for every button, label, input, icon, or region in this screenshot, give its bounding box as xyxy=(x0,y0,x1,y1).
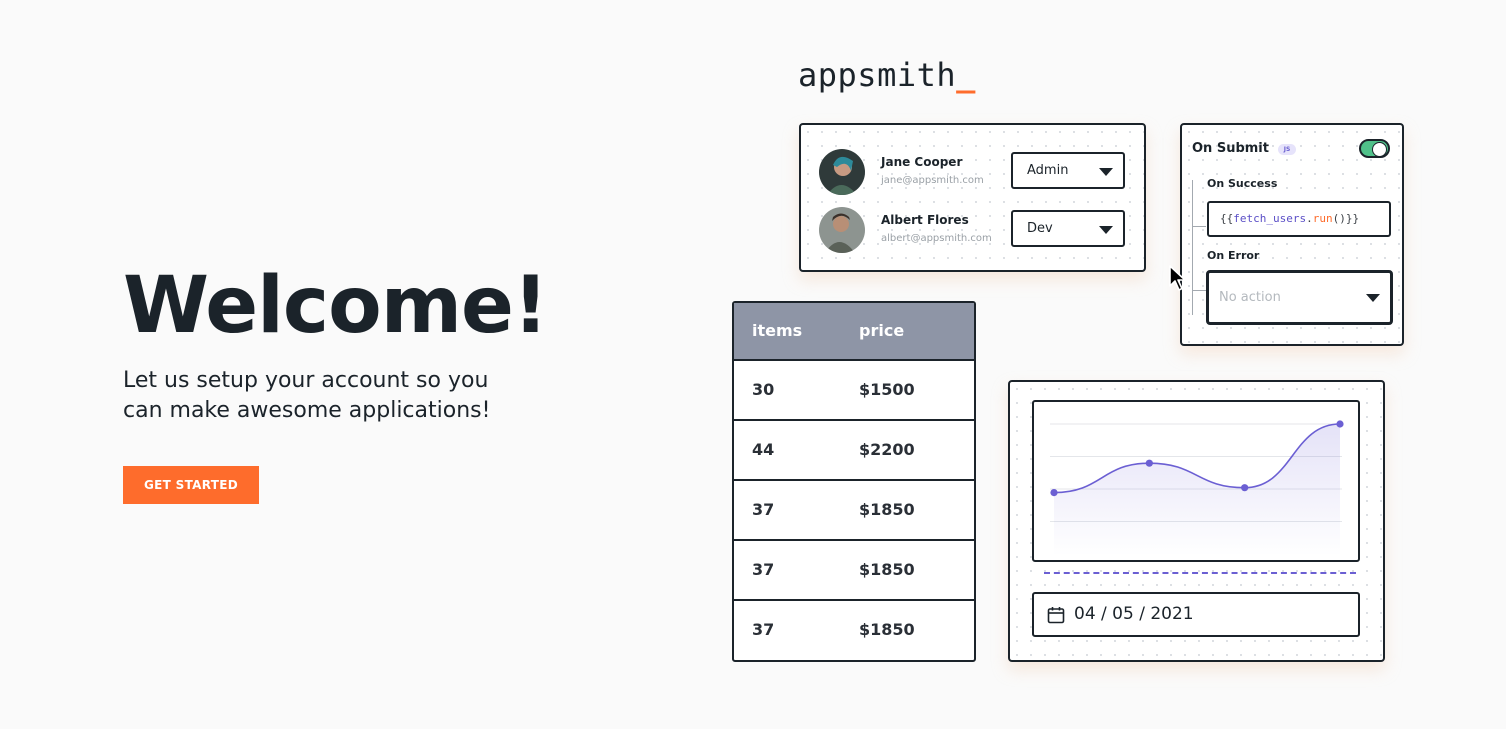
role-value: Admin xyxy=(1027,163,1069,178)
user-row: Jane Cooper jane@appsmith.com Admin xyxy=(819,149,1129,195)
column-header-price[interactable]: price xyxy=(859,321,904,340)
avatar-albert xyxy=(819,207,865,253)
tree-branch xyxy=(1192,226,1206,227)
date-picker-input[interactable]: 04 / 05 / 2021 xyxy=(1032,592,1360,637)
line-chart xyxy=(1050,420,1344,556)
welcome-section: Welcome! Let us setup your account so yo… xyxy=(123,261,548,426)
table-cell-items: 30 xyxy=(752,380,775,399)
chart-point xyxy=(1050,489,1058,497)
chart-point xyxy=(1241,484,1249,492)
code-open-brace: {{ xyxy=(1220,212,1234,225)
chart-dashed-divider xyxy=(1044,572,1356,574)
code-function: fetch_users xyxy=(1233,212,1307,225)
welcome-subtitle: Let us setup your account so you can mak… xyxy=(123,368,491,423)
table-cell-price: $1850 xyxy=(859,560,915,579)
on-error-action-select[interactable]: No action xyxy=(1206,270,1393,325)
role-select-albert[interactable]: Dev xyxy=(1011,210,1125,247)
role-value: Dev xyxy=(1027,221,1053,236)
appsmith-logo: appsmith_ xyxy=(798,56,976,94)
chart-area xyxy=(1054,424,1340,556)
chart-point xyxy=(1145,459,1153,467)
code-close-brace: ()}} xyxy=(1332,212,1360,225)
table-row[interactable]: 37 $1850 xyxy=(734,601,974,660)
tree-line xyxy=(1192,180,1193,315)
calendar-icon xyxy=(1047,607,1065,624)
table-row[interactable]: 30 $1500 xyxy=(734,361,974,421)
code-run: run xyxy=(1312,212,1333,225)
on-success-label: On Success xyxy=(1207,177,1278,190)
user-name: Jane Cooper xyxy=(881,155,963,169)
chart-card: 04 / 05 / 2021 xyxy=(1008,380,1385,662)
table-cell-items: 37 xyxy=(752,620,775,639)
user-name: Albert Flores xyxy=(881,213,969,227)
event-title: On Submit xyxy=(1192,141,1269,156)
on-success-code-input[interactable]: {{fetch_users.run()}} xyxy=(1207,201,1391,237)
logo-text: appsmith xyxy=(798,56,957,94)
user-email: albert@appsmith.com xyxy=(881,233,992,244)
table-cell-items: 37 xyxy=(752,500,775,519)
user-email: jane@appsmith.com xyxy=(881,175,984,186)
table-cell-price: $1850 xyxy=(859,500,915,519)
table-cell-price: $2200 xyxy=(859,440,915,459)
table-row[interactable]: 37 $1850 xyxy=(734,481,974,541)
user-row: Albert Flores albert@appsmith.com Dev xyxy=(819,207,1129,253)
items-table: items price 30 $1500 44 $2200 37 $1850 3… xyxy=(732,301,976,662)
on-error-label: On Error xyxy=(1207,249,1260,262)
table-cell-items: 44 xyxy=(752,440,775,459)
get-started-button[interactable]: GET STARTED xyxy=(123,466,259,504)
table-cell-price: $1850 xyxy=(859,620,915,639)
chart-widget xyxy=(1032,400,1360,562)
js-badge: JS xyxy=(1278,144,1296,155)
date-value: 04 / 05 / 2021 xyxy=(1074,604,1194,624)
action-placeholder: No action xyxy=(1219,290,1281,305)
table-header: items price xyxy=(734,303,974,361)
welcome-heading: Welcome! xyxy=(123,261,548,351)
role-select-jane[interactable]: Admin xyxy=(1011,152,1125,189)
chart-point xyxy=(1336,420,1344,428)
code-dot: . xyxy=(1306,212,1313,225)
logo-underscore: _ xyxy=(956,56,976,94)
mouse-cursor-icon xyxy=(1169,265,1186,291)
event-card: On Submit JS On Success {{fetch_users.ru… xyxy=(1180,123,1404,346)
tree-branch xyxy=(1192,290,1206,291)
chevron-down-icon xyxy=(1099,226,1113,234)
event-toggle[interactable] xyxy=(1359,139,1390,158)
column-header-items[interactable]: items xyxy=(752,321,802,340)
chevron-down-icon xyxy=(1099,168,1113,176)
table-cell-items: 37 xyxy=(752,560,775,579)
users-card: Jane Cooper jane@appsmith.com Admin Albe… xyxy=(799,123,1146,272)
table-row[interactable]: 37 $1850 xyxy=(734,541,974,601)
chevron-down-icon xyxy=(1366,294,1380,302)
table-cell-price: $1500 xyxy=(859,380,915,399)
table-row[interactable]: 44 $2200 xyxy=(734,421,974,481)
avatar-jane xyxy=(819,149,865,195)
